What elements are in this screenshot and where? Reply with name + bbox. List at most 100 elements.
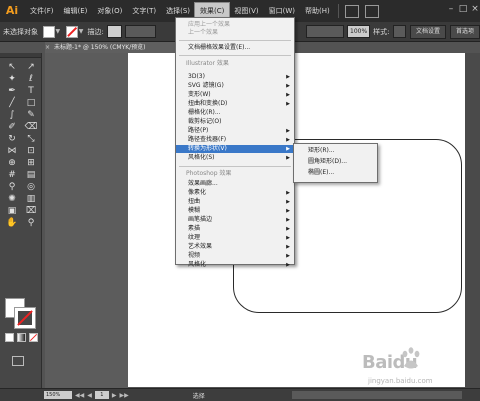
- chevron-down-icon[interactable]: ▼: [56, 27, 62, 37]
- menu-help[interactable]: 帮助(H): [300, 3, 335, 19]
- menubar-separator: [337, 4, 339, 18]
- magic-wand-tool-icon[interactable]: ✦: [5, 74, 19, 85]
- chevron-right-icon: ▶: [286, 235, 290, 241]
- mesh-tool-icon[interactable]: #: [5, 170, 19, 181]
- chevron-down-icon[interactable]: ▼: [79, 27, 85, 37]
- bridge-icon[interactable]: [344, 4, 359, 18]
- blend-tool-icon[interactable]: ◎: [24, 182, 38, 193]
- menu-item-apply-last-effect[interactable]: 应用上一个效果: [176, 21, 294, 29]
- pencil-tool-icon[interactable]: ✎: [24, 110, 38, 121]
- menu-item-pathfinder[interactable]: 路径查找器(F) ▶: [176, 136, 294, 144]
- symbol-sprayer-tool-icon[interactable]: ✺: [5, 194, 19, 205]
- close-icon[interactable]: ×: [45, 42, 51, 53]
- fill-stroke-indicator[interactable]: [5, 298, 36, 329]
- type-tool-icon[interactable]: T: [24, 86, 38, 97]
- blob-brush-tool-icon[interactable]: ✐: [5, 122, 19, 133]
- hand-tool-icon[interactable]: ✋: [5, 218, 19, 229]
- chevron-right-icon: ▶: [286, 190, 290, 196]
- free-transform-tool-icon[interactable]: ⊡: [24, 146, 38, 157]
- vertical-scrollbar[interactable]: [465, 53, 480, 390]
- scale-tool-icon[interactable]: ⤡: [24, 134, 38, 145]
- selection-tool-icon[interactable]: ↖: [5, 62, 19, 73]
- graphic-style-swatch[interactable]: [392, 25, 406, 38]
- width-tool-icon[interactable]: ⋈: [5, 146, 19, 157]
- menu-object[interactable]: 对象(O): [92, 3, 127, 19]
- gradient-tool-icon[interactable]: ▤: [24, 170, 38, 181]
- menu-item-path[interactable]: 路径(P) ▶: [176, 127, 294, 135]
- menu-item-convert-to-shape[interactable]: 转换为形状(V) ▶: [176, 145, 294, 153]
- variable-width-profile-select[interactable]: [125, 25, 156, 38]
- paintbrush-tool-icon[interactable]: ∫: [5, 110, 19, 121]
- menu-item-stylize-ps[interactable]: 风格化 ▶: [176, 261, 294, 269]
- menu-item-distort-transform[interactable]: 扭曲和变换(D) ▶: [176, 100, 294, 108]
- menu-item-blur[interactable]: 模糊 ▶: [176, 207, 294, 215]
- lasso-tool-icon[interactable]: ℓ: [24, 74, 38, 85]
- shape-builder-tool-icon[interactable]: ⊕: [5, 158, 19, 169]
- menu-edit[interactable]: 编辑(E): [59, 3, 93, 19]
- line-tool-icon[interactable]: ╱: [5, 98, 19, 109]
- fill-swatch[interactable]: [43, 25, 55, 38]
- menu-item-effect-gallery[interactable]: 效果画廊...: [176, 180, 294, 188]
- previous-artboard-icon[interactable]: ◀: [87, 392, 92, 399]
- menu-item-artistic[interactable]: 艺术效果 ▶: [176, 243, 294, 251]
- column-graph-tool-icon[interactable]: ▥: [24, 194, 38, 205]
- opacity-select[interactable]: [305, 25, 345, 38]
- chevron-right-icon: ▶: [286, 208, 290, 214]
- document-setup-button[interactable]: 文档设置: [409, 24, 446, 39]
- zoom-tool-icon[interactable]: ⚲: [24, 218, 38, 229]
- rectangle-tool-icon[interactable]: □: [24, 98, 38, 109]
- tools-panel: ↖ ↗ ✦ ℓ ✒ T ╱ □ ∫ ✎ ✐ ⌫ ↻ ⤡ ⋈ ⊡ ⊕ ⊞ # ▤ …: [0, 53, 42, 390]
- arrange-documents-icon[interactable]: [364, 4, 379, 18]
- pen-tool-icon[interactable]: ✒: [5, 86, 19, 97]
- menu-item-svg-filters[interactable]: SVG 滤镜(G) ▶: [176, 82, 294, 90]
- minimize-icon[interactable]: –: [446, 4, 456, 14]
- section-header-photoshop: Photoshop 效果: [186, 170, 232, 177]
- submenu-item-rectangle[interactable]: 矩形(R)...: [294, 147, 377, 155]
- menu-item-distort[interactable]: 扭曲 ▶: [176, 198, 294, 206]
- slice-tool-icon[interactable]: ⌧: [24, 206, 38, 217]
- menu-item-document-raster-settings[interactable]: 文档栅格效果设置(E)...: [176, 44, 294, 52]
- menu-file[interactable]: 文件(F): [25, 3, 59, 19]
- menu-item-warp[interactable]: 变形(W) ▶: [176, 91, 294, 99]
- submenu-item-ellipse[interactable]: 椭圆(E)...: [294, 169, 377, 177]
- menu-type[interactable]: 文字(T): [127, 3, 161, 19]
- perspective-grid-tool-icon[interactable]: ⊞: [24, 158, 38, 169]
- screen-mode-icon[interactable]: [12, 356, 24, 366]
- none-icon[interactable]: [29, 333, 38, 342]
- chevron-right-icon: ▶: [286, 74, 290, 80]
- last-artboard-icon[interactable]: ▶▶: [119, 392, 128, 399]
- maximize-icon[interactable]: □: [458, 4, 468, 14]
- menu-item-video[interactable]: 视频 ▶: [176, 252, 294, 260]
- artboard-number-input[interactable]: 1: [94, 391, 109, 399]
- eraser-tool-icon[interactable]: ⌫: [24, 122, 38, 133]
- chevron-right-icon: ▶: [286, 128, 290, 134]
- color-icon[interactable]: [5, 333, 14, 342]
- artboard-tool-icon[interactable]: ▣: [5, 206, 19, 217]
- menu-item-3d[interactable]: 3D(3) ▶: [176, 73, 294, 81]
- rotate-tool-icon[interactable]: ↻: [5, 134, 19, 145]
- menu-item-last-effect[interactable]: 上一个效果: [176, 29, 294, 37]
- menu-item-brush-strokes[interactable]: 画笔描边 ▶: [176, 216, 294, 224]
- stroke-swatch[interactable]: [66, 25, 78, 38]
- next-artboard-icon[interactable]: ▶: [112, 392, 117, 399]
- submenu-item-rounded-rectangle[interactable]: 圆角矩形(D)...: [294, 158, 377, 166]
- horizontal-scrollbar[interactable]: [292, 391, 462, 399]
- stroke-color-box[interactable]: [14, 307, 36, 329]
- preferences-button[interactable]: 首选项: [449, 24, 480, 39]
- menu-item-stylize[interactable]: 风格化(S) ▶: [176, 154, 294, 162]
- first-artboard-icon[interactable]: ◀◀: [75, 392, 84, 399]
- direct-selection-tool-icon[interactable]: ↗: [24, 62, 38, 73]
- zoom-level-input[interactable]: 150%: [44, 391, 72, 399]
- close-icon[interactable]: ×: [470, 4, 480, 14]
- menu-item-crop-marks[interactable]: 裁剪标记(O): [176, 118, 294, 126]
- opacity-input[interactable]: 100%: [347, 25, 371, 38]
- menu-item-sketch[interactable]: 素描 ▶: [176, 225, 294, 233]
- menu-item-texture[interactable]: 纹理 ▶: [176, 234, 294, 242]
- gradient-icon[interactable]: [17, 333, 26, 342]
- stroke-weight-input[interactable]: [106, 25, 123, 38]
- chevron-right-icon: ▶: [286, 199, 290, 205]
- menu-item-rasterize[interactable]: 栅格化(R)...: [176, 109, 294, 117]
- eyedropper-tool-icon[interactable]: ⚲: [5, 182, 19, 193]
- chevron-right-icon: ▶: [286, 92, 290, 98]
- menu-item-pixelate[interactable]: 像素化 ▶: [176, 189, 294, 197]
